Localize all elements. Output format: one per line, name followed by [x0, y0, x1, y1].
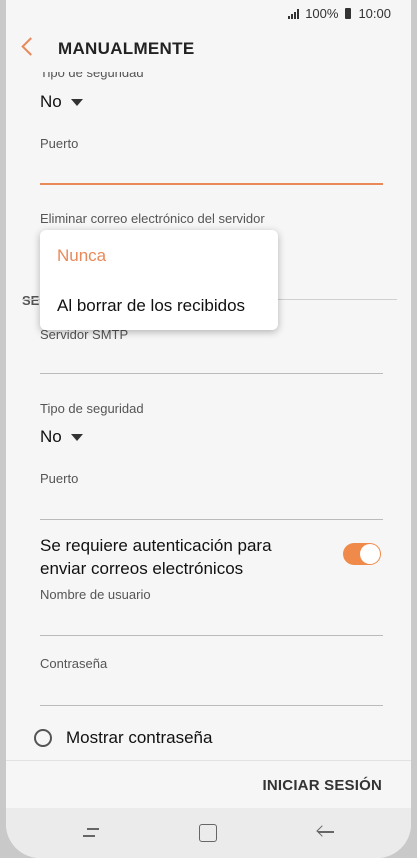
recent-apps-icon[interactable]: [83, 824, 101, 842]
incoming-port-label: Puerto: [40, 136, 79, 151]
password-input[interactable]: [40, 705, 383, 706]
system-nav-bar: [6, 808, 411, 858]
page-title: MANUALMENTE: [58, 39, 195, 58]
incoming-security-label: Tipo de seguridad: [40, 72, 144, 80]
battery-percent: 100%: [305, 6, 339, 21]
back-arrow-icon[interactable]: [21, 37, 40, 56]
status-bar: 100% 10:00: [6, 0, 411, 26]
clock: 10:00: [358, 6, 391, 21]
section-header: SE: [22, 293, 40, 308]
phone-screen: 100% 10:00 MANUALMENTE Tipo de seguridad…: [6, 0, 411, 858]
delete-from-server-label: Eliminar correo electrónico del servidor: [40, 211, 265, 226]
auth-required-toggle[interactable]: [343, 543, 381, 565]
home-icon[interactable]: [199, 824, 217, 842]
dropdown-arrow-icon: [70, 433, 83, 441]
outgoing-security-select[interactable]: No: [40, 427, 83, 447]
username-label: Nombre de usuario: [40, 587, 151, 602]
password-label: Contraseña: [40, 656, 108, 671]
incoming-security-select[interactable]: No: [40, 92, 83, 112]
smtp-server-input[interactable]: [40, 373, 383, 374]
outgoing-port-input[interactable]: [40, 519, 383, 520]
settings-form: Tipo de seguridad No Puerto Eliminar cor…: [6, 72, 411, 760]
outgoing-security-value: No: [40, 427, 62, 446]
show-password-option[interactable]: Mostrar contraseña: [34, 728, 212, 748]
incoming-security-value: No: [40, 92, 62, 111]
delete-option-dropdown: Nunca Al borrar de los recibidos: [40, 230, 278, 330]
footer-bar: INICIAR SESIÓN: [6, 760, 411, 809]
dropdown-option-al-borrar[interactable]: Al borrar de los recibidos: [57, 296, 245, 316]
nav-back-icon[interactable]: [316, 825, 334, 839]
auth-required-label: Se requiere autenticación para enviar co…: [40, 536, 272, 578]
show-password-label: Mostrar contraseña: [66, 728, 213, 747]
incoming-port-input[interactable]: [40, 183, 383, 185]
outgoing-port-label: Puerto: [40, 471, 79, 486]
battery-icon: [345, 8, 352, 19]
dropdown-arrow-icon: [70, 98, 83, 106]
username-input[interactable]: [40, 635, 383, 636]
status-right: 100% 10:00: [288, 6, 391, 21]
login-button[interactable]: INICIAR SESIÓN: [263, 777, 382, 794]
dropdown-option-nunca[interactable]: Nunca: [57, 246, 106, 266]
app-bar: MANUALMENTE: [6, 26, 411, 72]
outgoing-security-label: Tipo de seguridad: [40, 401, 144, 416]
radio-button-icon[interactable]: [34, 729, 52, 747]
toggle-knob: [360, 544, 380, 564]
signal-bars-icon: [288, 8, 300, 19]
